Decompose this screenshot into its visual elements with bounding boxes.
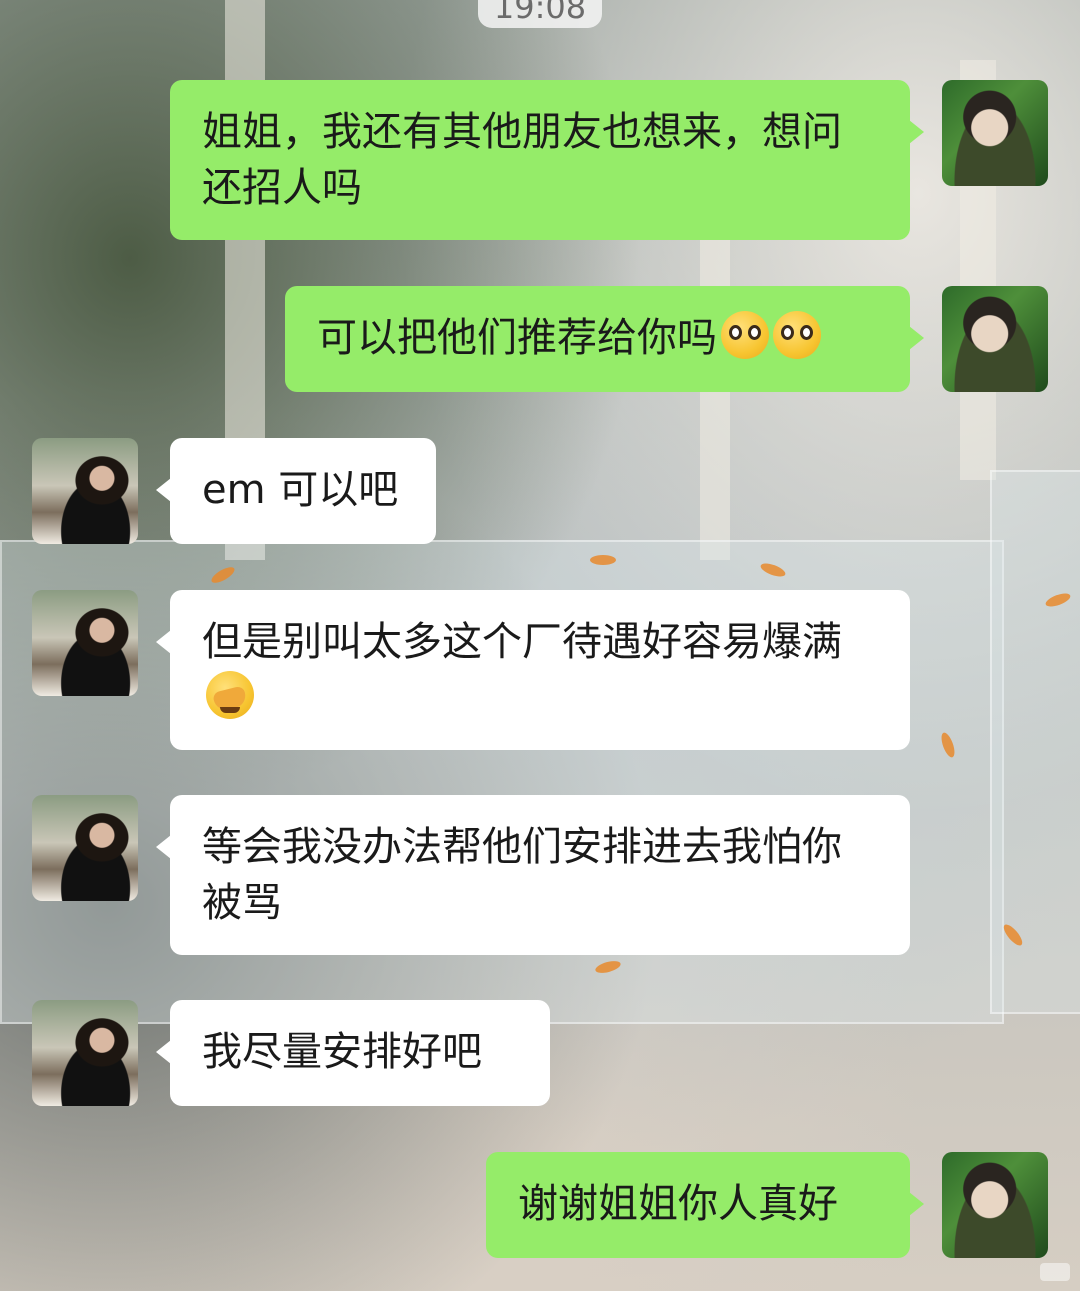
my-avatar[interactable] [942, 1152, 1048, 1258]
message-text: 谢谢姐姐你人真好 [518, 1181, 838, 1227]
message-bubble-received[interactable]: em 可以吧 [156, 438, 436, 544]
watermark-badge [1040, 1263, 1070, 1281]
pleading-face-icon [773, 311, 821, 359]
message-bubble-sent[interactable]: 可以把他们推荐给你吗 [285, 286, 924, 392]
message-text: em 可以吧 [202, 467, 399, 513]
contact-avatar[interactable] [32, 1000, 138, 1106]
message-text: 但是别叫太多这个厂待遇好容易爆满 [202, 619, 842, 665]
message-timestamp: 19:08 [478, 0, 602, 28]
face-with-hand-over-mouth-icon [206, 671, 254, 719]
message-bubble-sent[interactable]: 姐姐，我还有其他朋友也想来，想问还招人吗 [170, 80, 924, 240]
my-avatar[interactable] [942, 286, 1048, 392]
message-text: 我尽量安排好吧 [202, 1029, 482, 1075]
message-text: 可以把他们推荐给你吗 [317, 315, 717, 361]
message-bubble-received[interactable]: 我尽量安排好吧 [156, 1000, 550, 1106]
message-bubble-received[interactable]: 等会我没办法帮他们安排进去我怕你被骂 [156, 795, 910, 955]
contact-avatar[interactable] [32, 795, 138, 901]
message-bubble-sent[interactable]: 谢谢姐姐你人真好 [486, 1152, 924, 1258]
my-avatar[interactable] [942, 80, 1048, 186]
background-fish [590, 555, 616, 565]
timestamp-text: 19:08 [493, 0, 587, 26]
contact-avatar[interactable] [32, 438, 138, 544]
background-aquarium-glass [990, 470, 1080, 1014]
message-text: 等会我没办法帮他们安排进去我怕你被骂 [202, 824, 842, 926]
contact-avatar[interactable] [32, 590, 138, 696]
message-text: 姐姐，我还有其他朋友也想来，想问还招人吗 [202, 109, 842, 211]
pleading-face-icon [721, 311, 769, 359]
message-bubble-received[interactable]: 但是别叫太多这个厂待遇好容易爆满 [156, 590, 910, 750]
